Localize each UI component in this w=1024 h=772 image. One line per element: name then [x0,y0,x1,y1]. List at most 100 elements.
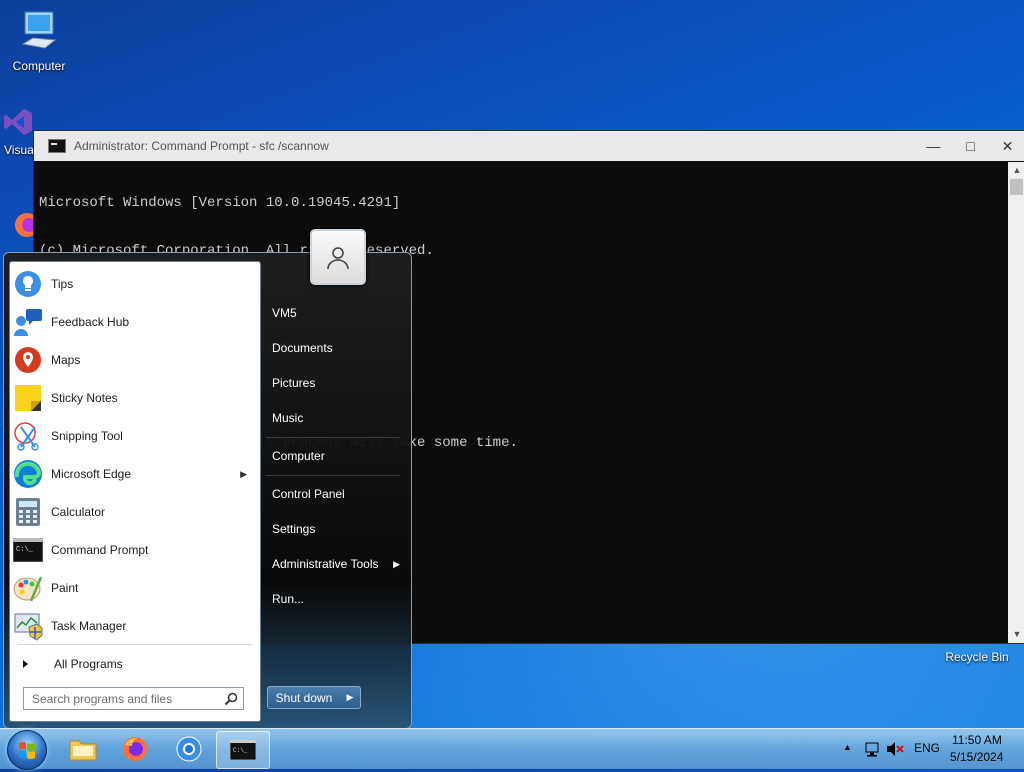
programs-pane: Tips Feedback Hub Maps Sticky Notes Snip [9,261,261,722]
desktop-icon-label: Recycle Bin [945,650,1009,664]
clock-time[interactable]: 11:50 AM [952,733,1002,747]
program-label: Command Prompt [51,543,149,557]
windows-logo-icon [19,742,35,759]
maximize-button[interactable]: □ [952,131,989,161]
submenu-arrow-icon[interactable]: ▶ [393,559,400,570]
start-link-label: Administrative Tools [272,557,379,571]
console-line: Microsoft Windows [Version 10.0.19045.42… [39,195,401,211]
divider [266,437,400,438]
search-box[interactable] [23,687,244,710]
all-programs-label: All Programs [54,657,123,671]
snipping-tool-icon [13,421,43,451]
start-link-run[interactable]: Run... [272,585,400,613]
close-button[interactable]: ✕ [989,131,1024,161]
start-menu: Tips Feedback Hub Maps Sticky Notes Snip [3,229,412,729]
svg-text:C:\_: C:\_ [16,546,34,554]
start-link-computer[interactable]: Computer [272,442,400,470]
desktop-icon-computer[interactable]: Computer [4,10,74,73]
cmd-icon [48,139,66,153]
window-title: Administrator: Command Prompt - sfc /sca… [74,139,329,153]
search-icon[interactable] [224,692,238,706]
divider [18,644,252,645]
taskbar-chrome[interactable] [163,731,215,767]
shutdown-options-button[interactable]: ▶ [340,686,361,709]
show-hidden-icons-icon[interactable]: ▲ [843,742,852,752]
network-icon[interactable] [864,741,880,757]
program-item-feedback-hub[interactable]: Feedback Hub [13,304,257,340]
start-link-label: Control Panel [272,487,345,501]
firefox-icon [15,213,39,237]
desktop-icon-recycle-bin[interactable]: Recycle Bin [937,648,1017,664]
program-item-paint[interactable]: Paint [13,570,257,606]
task-manager-icon [13,611,43,641]
program-label: Calculator [51,505,106,519]
start-link-label: Music [272,411,304,425]
scroll-down-icon[interactable]: ▼ [1008,626,1024,643]
program-item-sticky-notes[interactable]: Sticky Notes [13,380,257,416]
program-item-calculator[interactable]: Calculator [13,494,257,530]
start-link-pictures[interactable]: Pictures [272,369,400,397]
edge-icon [13,459,43,489]
taskbar-command-prompt[interactable]: C:\_ [216,731,270,769]
program-label: Microsoft Edge [51,467,132,481]
start-link-user-folder[interactable]: VM5 [272,299,400,327]
cmd-icon: C:\_ [13,535,43,565]
paint-icon [13,573,43,603]
cmd-icon: C:\_ [230,740,256,760]
folder-icon [69,740,97,761]
chrome-icon [176,736,202,762]
start-link-label: Documents [272,341,333,355]
volume-muted-icon[interactable] [886,741,904,757]
language-indicator[interactable]: ENG [914,741,940,755]
visual-studio-icon [4,109,32,135]
feedback-hub-icon [13,307,43,337]
program-item-tips[interactable]: Tips [13,266,257,302]
vertical-scrollbar[interactable]: ▲ ▼ [1008,162,1024,643]
program-item-maps[interactable]: Maps [13,342,257,378]
start-link-documents[interactable]: Documents [272,334,400,362]
computer-icon [21,11,57,49]
taskbar-file-explorer[interactable] [57,731,109,767]
submenu-arrow-icon[interactable]: ▶ [240,469,247,480]
search-input[interactable] [30,690,220,707]
scrollbar-thumb[interactable] [1010,179,1023,195]
scroll-up-icon[interactable]: ▲ [1008,162,1024,179]
start-link-label: VM5 [272,306,297,320]
taskbar: C:\_ ▲ ENG 11:50 AM 5/15/2024 [0,728,1024,770]
shutdown-label: Shut down [275,690,333,705]
program-label: Maps [51,353,81,367]
program-item-command-prompt[interactable]: C:\_ Command Prompt [13,532,257,568]
shutdown-button[interactable]: Shut down [267,686,341,709]
program-item-microsoft-edge[interactable]: Microsoft Edge ▶ [13,456,257,492]
tips-icon [13,269,43,299]
firefox-icon [123,737,147,761]
chevron-right-icon: ▶ [346,692,354,702]
program-label: Paint [51,581,79,595]
user-icon [327,247,349,270]
user-avatar[interactable] [310,229,366,285]
start-link-music[interactable]: Music [272,404,400,432]
program-item-snipping-tool[interactable]: Snipping Tool [13,418,257,454]
window-titlebar[interactable]: Administrator: Command Prompt - sfc /sca… [34,131,1024,161]
sticky-notes-icon [13,383,43,413]
start-button[interactable] [7,730,47,770]
start-link-label: Computer [272,449,325,463]
taskbar-firefox[interactable] [109,731,161,767]
program-item-task-manager[interactable]: Task Manager [13,608,257,644]
start-link-control-panel[interactable]: Control Panel [272,480,400,508]
program-label: Feedback Hub [51,315,130,329]
minimize-button[interactable]: — [915,131,952,161]
program-label: Sticky Notes [51,391,118,405]
calculator-icon [13,497,43,527]
start-link-label: Pictures [272,376,316,390]
desktop-icon-label: Computer [12,59,66,73]
svg-text:C:\_: C:\_ [233,747,248,754]
start-link-label: Run... [272,592,305,606]
start-link-administrative-tools[interactable]: Administrative Tools ▶ [272,550,400,578]
start-link-label: Settings [272,522,316,536]
all-programs-button[interactable]: All Programs [13,650,257,678]
program-label: Tips [51,277,74,291]
clock-date[interactable]: 5/15/2024 [950,750,1003,764]
start-link-settings[interactable]: Settings [272,515,400,543]
maps-icon [13,345,43,375]
